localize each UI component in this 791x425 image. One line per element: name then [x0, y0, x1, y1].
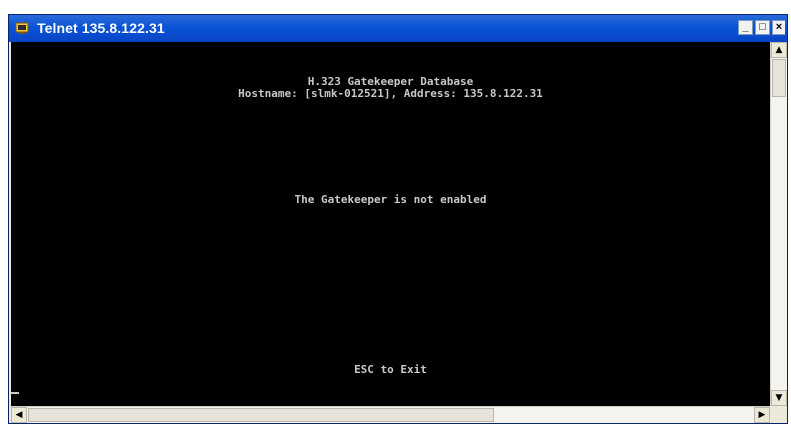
maximize-button[interactable]: □: [755, 20, 770, 35]
title-bar[interactable]: Telnet 135.8.122.31 _ □ ×: [9, 15, 787, 42]
scroll-right-arrow-icon[interactable]: ▶: [754, 407, 770, 423]
scroll-left-arrow-icon[interactable]: ◀: [11, 407, 27, 423]
horizontal-scroll-thumb[interactable]: [28, 408, 494, 422]
telnet-window: Telnet 135.8.122.31 _ □ × H.323 Gatekeep…: [8, 14, 788, 424]
vertical-scroll-thumb[interactable]: [772, 59, 786, 97]
terminal-screen[interactable]: H.323 Gatekeeper Database Hostname: [slm…: [11, 42, 770, 406]
window-title: Telnet 135.8.122.31: [37, 20, 165, 36]
status-message: The Gatekeeper is not enabled: [294, 193, 487, 206]
header-hostname-address: Hostname: [slmk-012521], Address: 135.8.…: [238, 87, 543, 100]
scroll-up-arrow-icon[interactable]: ▲: [771, 42, 787, 58]
horizontal-scrollbar[interactable]: ◀ ▶: [11, 406, 770, 423]
scroll-down-arrow-icon[interactable]: ▼: [771, 390, 787, 406]
minimize-button[interactable]: _: [738, 20, 753, 35]
close-button[interactable]: ×: [772, 20, 785, 35]
text-cursor: [11, 392, 19, 394]
vertical-scrollbar[interactable]: ▲ ▼: [770, 42, 787, 406]
resize-grip-icon[interactable]: [770, 406, 787, 423]
exit-instruction: ESC to Exit: [354, 363, 427, 376]
telnet-app-icon: [15, 22, 29, 34]
